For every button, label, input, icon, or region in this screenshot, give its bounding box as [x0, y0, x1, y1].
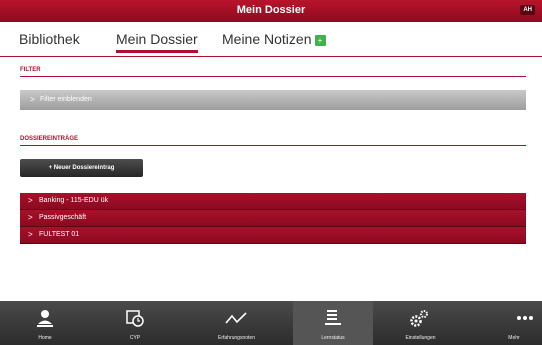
dossier-entry[interactable]: > FULTEST 01	[20, 227, 526, 244]
gears-icon	[410, 310, 428, 327]
title-bar: Mein Dossier AH	[0, 0, 542, 22]
dossier-divider	[20, 145, 526, 146]
person-icon	[37, 310, 53, 327]
new-dossier-entry-button[interactable]: + Neuer Dossiereintrag	[20, 159, 143, 177]
list-icon	[325, 310, 341, 325]
more-icon	[517, 316, 533, 320]
clock-icon	[126, 310, 144, 327]
nav-einstellungen-label: Einstellungen	[405, 335, 436, 341]
tab-mein-dossier[interactable]: Mein Dossier	[116, 31, 198, 53]
nav-home-label: Home	[38, 335, 52, 341]
dossier-entry-label: Banking - 115-EDU ük	[39, 197, 109, 204]
chevron-right-icon: >	[30, 95, 35, 104]
filter-toggle-bar[interactable]: > Filter einblenden	[20, 90, 526, 110]
nav-erfahrungsnoten-label: Erfahrungsnoten	[218, 335, 255, 341]
tab-bibliothek[interactable]: Bibliothek	[19, 31, 80, 47]
nav-lernstatus-label: Lernstatus	[321, 335, 345, 341]
filter-divider	[20, 76, 526, 77]
filter-toggle-label: Filter einblenden	[40, 96, 92, 103]
chevron-right-icon: >	[28, 196, 33, 205]
dossier-entry-label: FULTEST 01	[39, 231, 80, 238]
page-title: Mein Dossier	[236, 4, 306, 16]
note-add-icon: +	[314, 35, 326, 46]
tab-bar: Bibliothek Mein Dossier Meine Notizen +	[0, 22, 542, 57]
nav-erfahrungsnoten[interactable]: Erfahrungsnoten	[180, 301, 293, 345]
nav-cyp[interactable]: CYP	[90, 301, 180, 345]
account-badge[interactable]: AH	[520, 5, 535, 15]
dossier-entry[interactable]: > Banking - 115-EDU ük	[20, 193, 526, 210]
chart-line-icon	[225, 312, 247, 324]
tab-meine-notizen-label: Meine Notizen	[222, 31, 312, 47]
tab-meine-notizen[interactable]: Meine Notizen +	[222, 31, 326, 47]
nav-mehr[interactable]: Mehr	[468, 301, 542, 345]
nav-home[interactable]: Home	[0, 301, 90, 345]
chevron-right-icon: >	[28, 213, 33, 222]
nav-einstellungen[interactable]: Einstellungen	[373, 301, 468, 345]
nav-mehr-label: Mehr	[508, 335, 520, 341]
dossier-section-label: DOSSIEREINTRÄGE	[20, 136, 79, 142]
filter-section-label: FILTER	[20, 67, 41, 73]
chevron-right-icon: >	[28, 230, 33, 239]
bottom-navigation: Home CYP Erfahrungsnoten Lernstatus Eins…	[0, 301, 542, 345]
nav-cyp-label: CYP	[129, 335, 141, 341]
dossier-entry-label: Passivgeschäft	[39, 214, 87, 221]
dossier-entry[interactable]: > Passivgeschäft	[20, 210, 526, 227]
nav-lernstatus[interactable]: Lernstatus	[293, 301, 373, 345]
